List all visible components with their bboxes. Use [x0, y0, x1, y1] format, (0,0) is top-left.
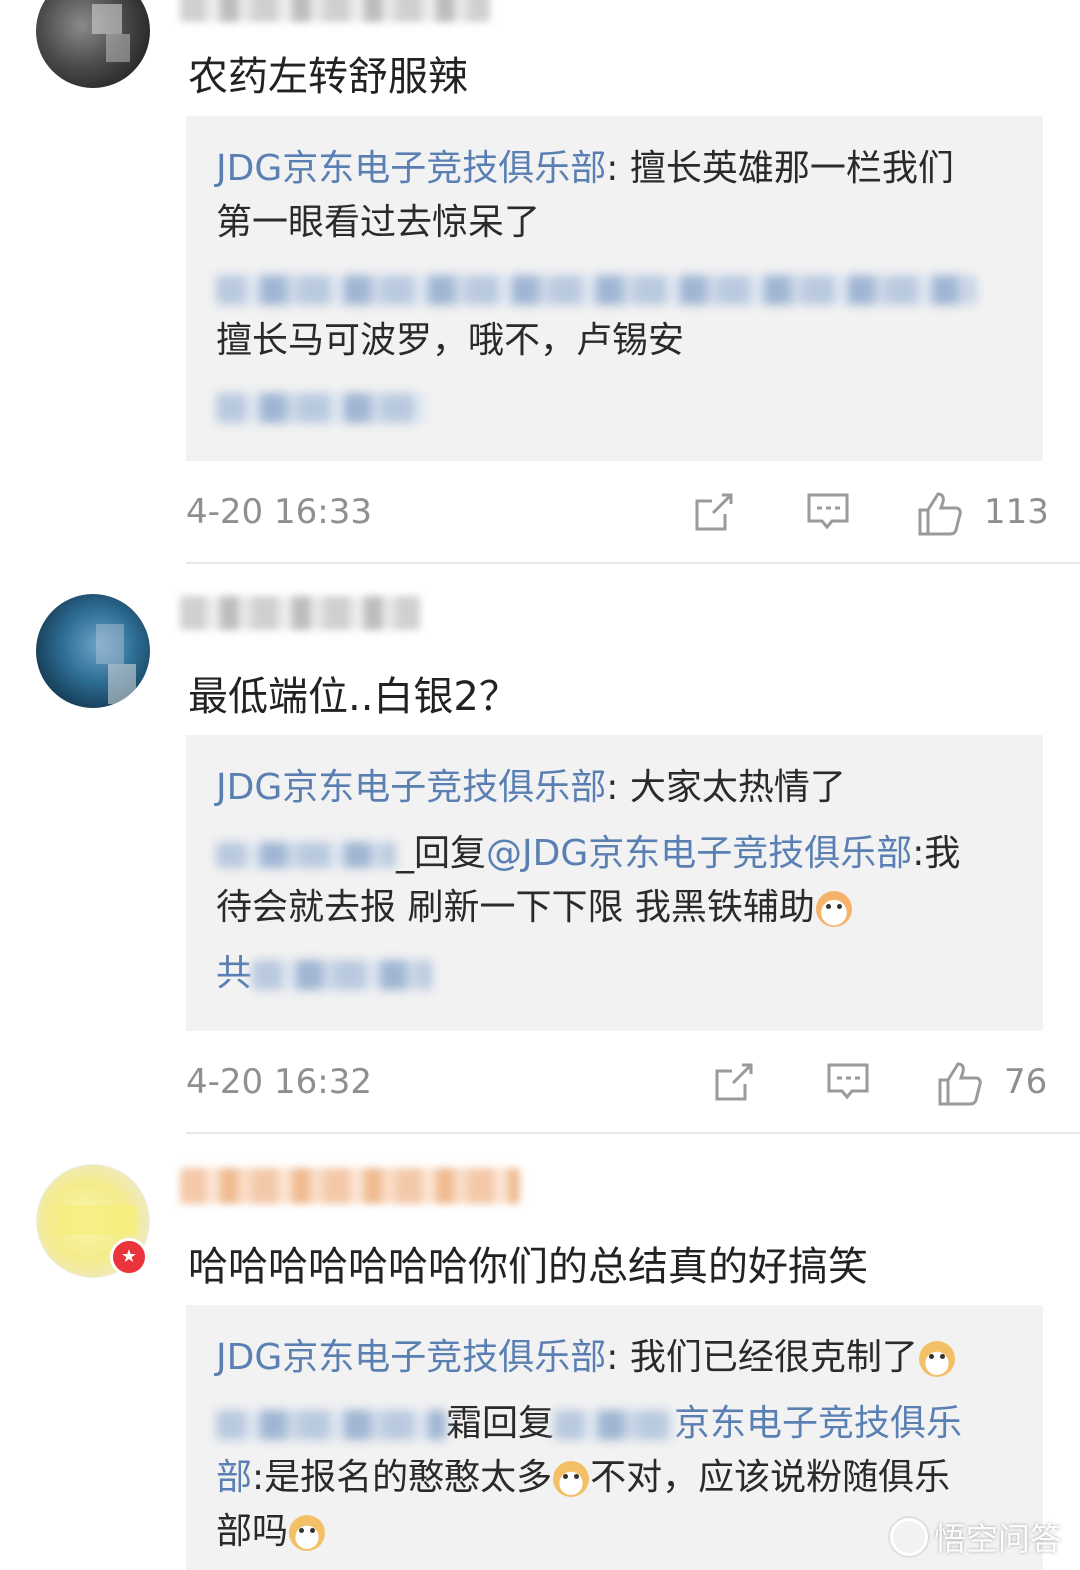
- comment-text: 哈哈哈哈哈哈哈你们的总结真的好搞笑: [188, 1244, 868, 1290]
- blurred-reply-header[interactable]: [216, 275, 976, 305]
- blurred-username[interactable]: [216, 1410, 446, 1440]
- reply-line: 第一眼看过去惊呆了: [216, 202, 541, 243]
- repost-icon[interactable]: [712, 1060, 756, 1104]
- reply-box[interactable]: JDG京东电子竞技俱乐部: 擅长英雄那一栏我们 第一眼看过去惊呆了 擅长马可波罗…: [186, 116, 1043, 461]
- username[interactable]: [180, 596, 420, 630]
- mention-link[interactable]: 部: [216, 1457, 252, 1498]
- reply-author-link[interactable]: JDG京东电子竞技俱乐部: [216, 148, 606, 189]
- reply-line: 待会就去报 刷新一下下限 我黑铁辅助: [216, 881, 853, 935]
- timestamp: 4-20 16:33: [186, 492, 372, 532]
- blurred-mention[interactable]: [554, 1410, 675, 1440]
- thumbs-up-icon[interactable]: [936, 1060, 984, 1108]
- comment-icon[interactable]: [826, 1060, 870, 1104]
- more-replies-link[interactable]: [216, 380, 426, 434]
- thumbs-up-icon[interactable]: [916, 490, 964, 538]
- divider: [186, 1132, 1080, 1134]
- timestamp: 4-20 16:32: [186, 1062, 372, 1102]
- doge-emoji-icon: [918, 1341, 955, 1377]
- like-count: 113: [984, 492, 1049, 532]
- avatar[interactable]: [36, 594, 150, 708]
- like-count: 76: [1004, 1062, 1048, 1102]
- doge-emoji-icon: [553, 1461, 590, 1497]
- divider: [186, 562, 1080, 564]
- avatar[interactable]: [36, 0, 150, 88]
- reply-line: 霜回复 京东电子竞技俱乐: [216, 1397, 962, 1451]
- blurred-username[interactable]: [216, 842, 396, 868]
- reply-line-blurred: [216, 262, 976, 316]
- reply-line: 部:是报名的憨憨太多 不对，应该说粉随俱乐: [216, 1457, 951, 1498]
- comment-icon[interactable]: [806, 490, 850, 534]
- more-replies-link[interactable]: 共: [216, 947, 433, 1001]
- reply-author-link[interactable]: JDG京东电子竞技俱乐部: [216, 767, 606, 808]
- repost-icon[interactable]: [692, 490, 736, 534]
- mention-link[interactable]: 京东电子竞技俱乐: [674, 1403, 962, 1444]
- reply-line: _回复@JDG京东电子竞技俱乐部:我: [216, 827, 960, 881]
- wukong-logo-icon: [889, 1518, 928, 1556]
- comment-actions: 4-20 16:33 113: [0, 484, 1080, 544]
- reply-line: JDG京东电子竞技俱乐部: 大家太热情了: [216, 767, 846, 808]
- username[interactable]: [180, 1168, 520, 1204]
- username[interactable]: [180, 0, 490, 22]
- reply-line: 部吗: [216, 1505, 326, 1559]
- reply-line: JDG京东电子竞技俱乐部: 擅长英雄那一栏我们: [216, 148, 954, 189]
- comment-actions: 4-20 16:32 76: [0, 1054, 1080, 1114]
- cat-emoji-icon: [815, 891, 852, 927]
- watermark: 悟空问答: [889, 1514, 1062, 1560]
- reply-line: JDG京东电子竞技俱乐部: 我们已经很克制了: [216, 1331, 956, 1385]
- reply-author-link[interactable]: JDG京东电子竞技俱乐部: [216, 1337, 606, 1378]
- comment-text: 农药左转舒服辣: [188, 54, 468, 100]
- mention-link[interactable]: @JDG京东电子竞技俱乐部: [486, 833, 912, 874]
- star-badge-icon: ★: [110, 1238, 148, 1276]
- comment-text: 最低端位..白银2？: [188, 674, 519, 720]
- reply-line: 擅长马可波罗，哦不，卢锡安: [216, 320, 685, 361]
- reply-box[interactable]: JDG京东电子竞技俱乐部: 大家太热情了 _回复@JDG京东电子竞技俱乐部:我 …: [186, 735, 1043, 1031]
- doge-emoji-icon: [289, 1515, 326, 1551]
